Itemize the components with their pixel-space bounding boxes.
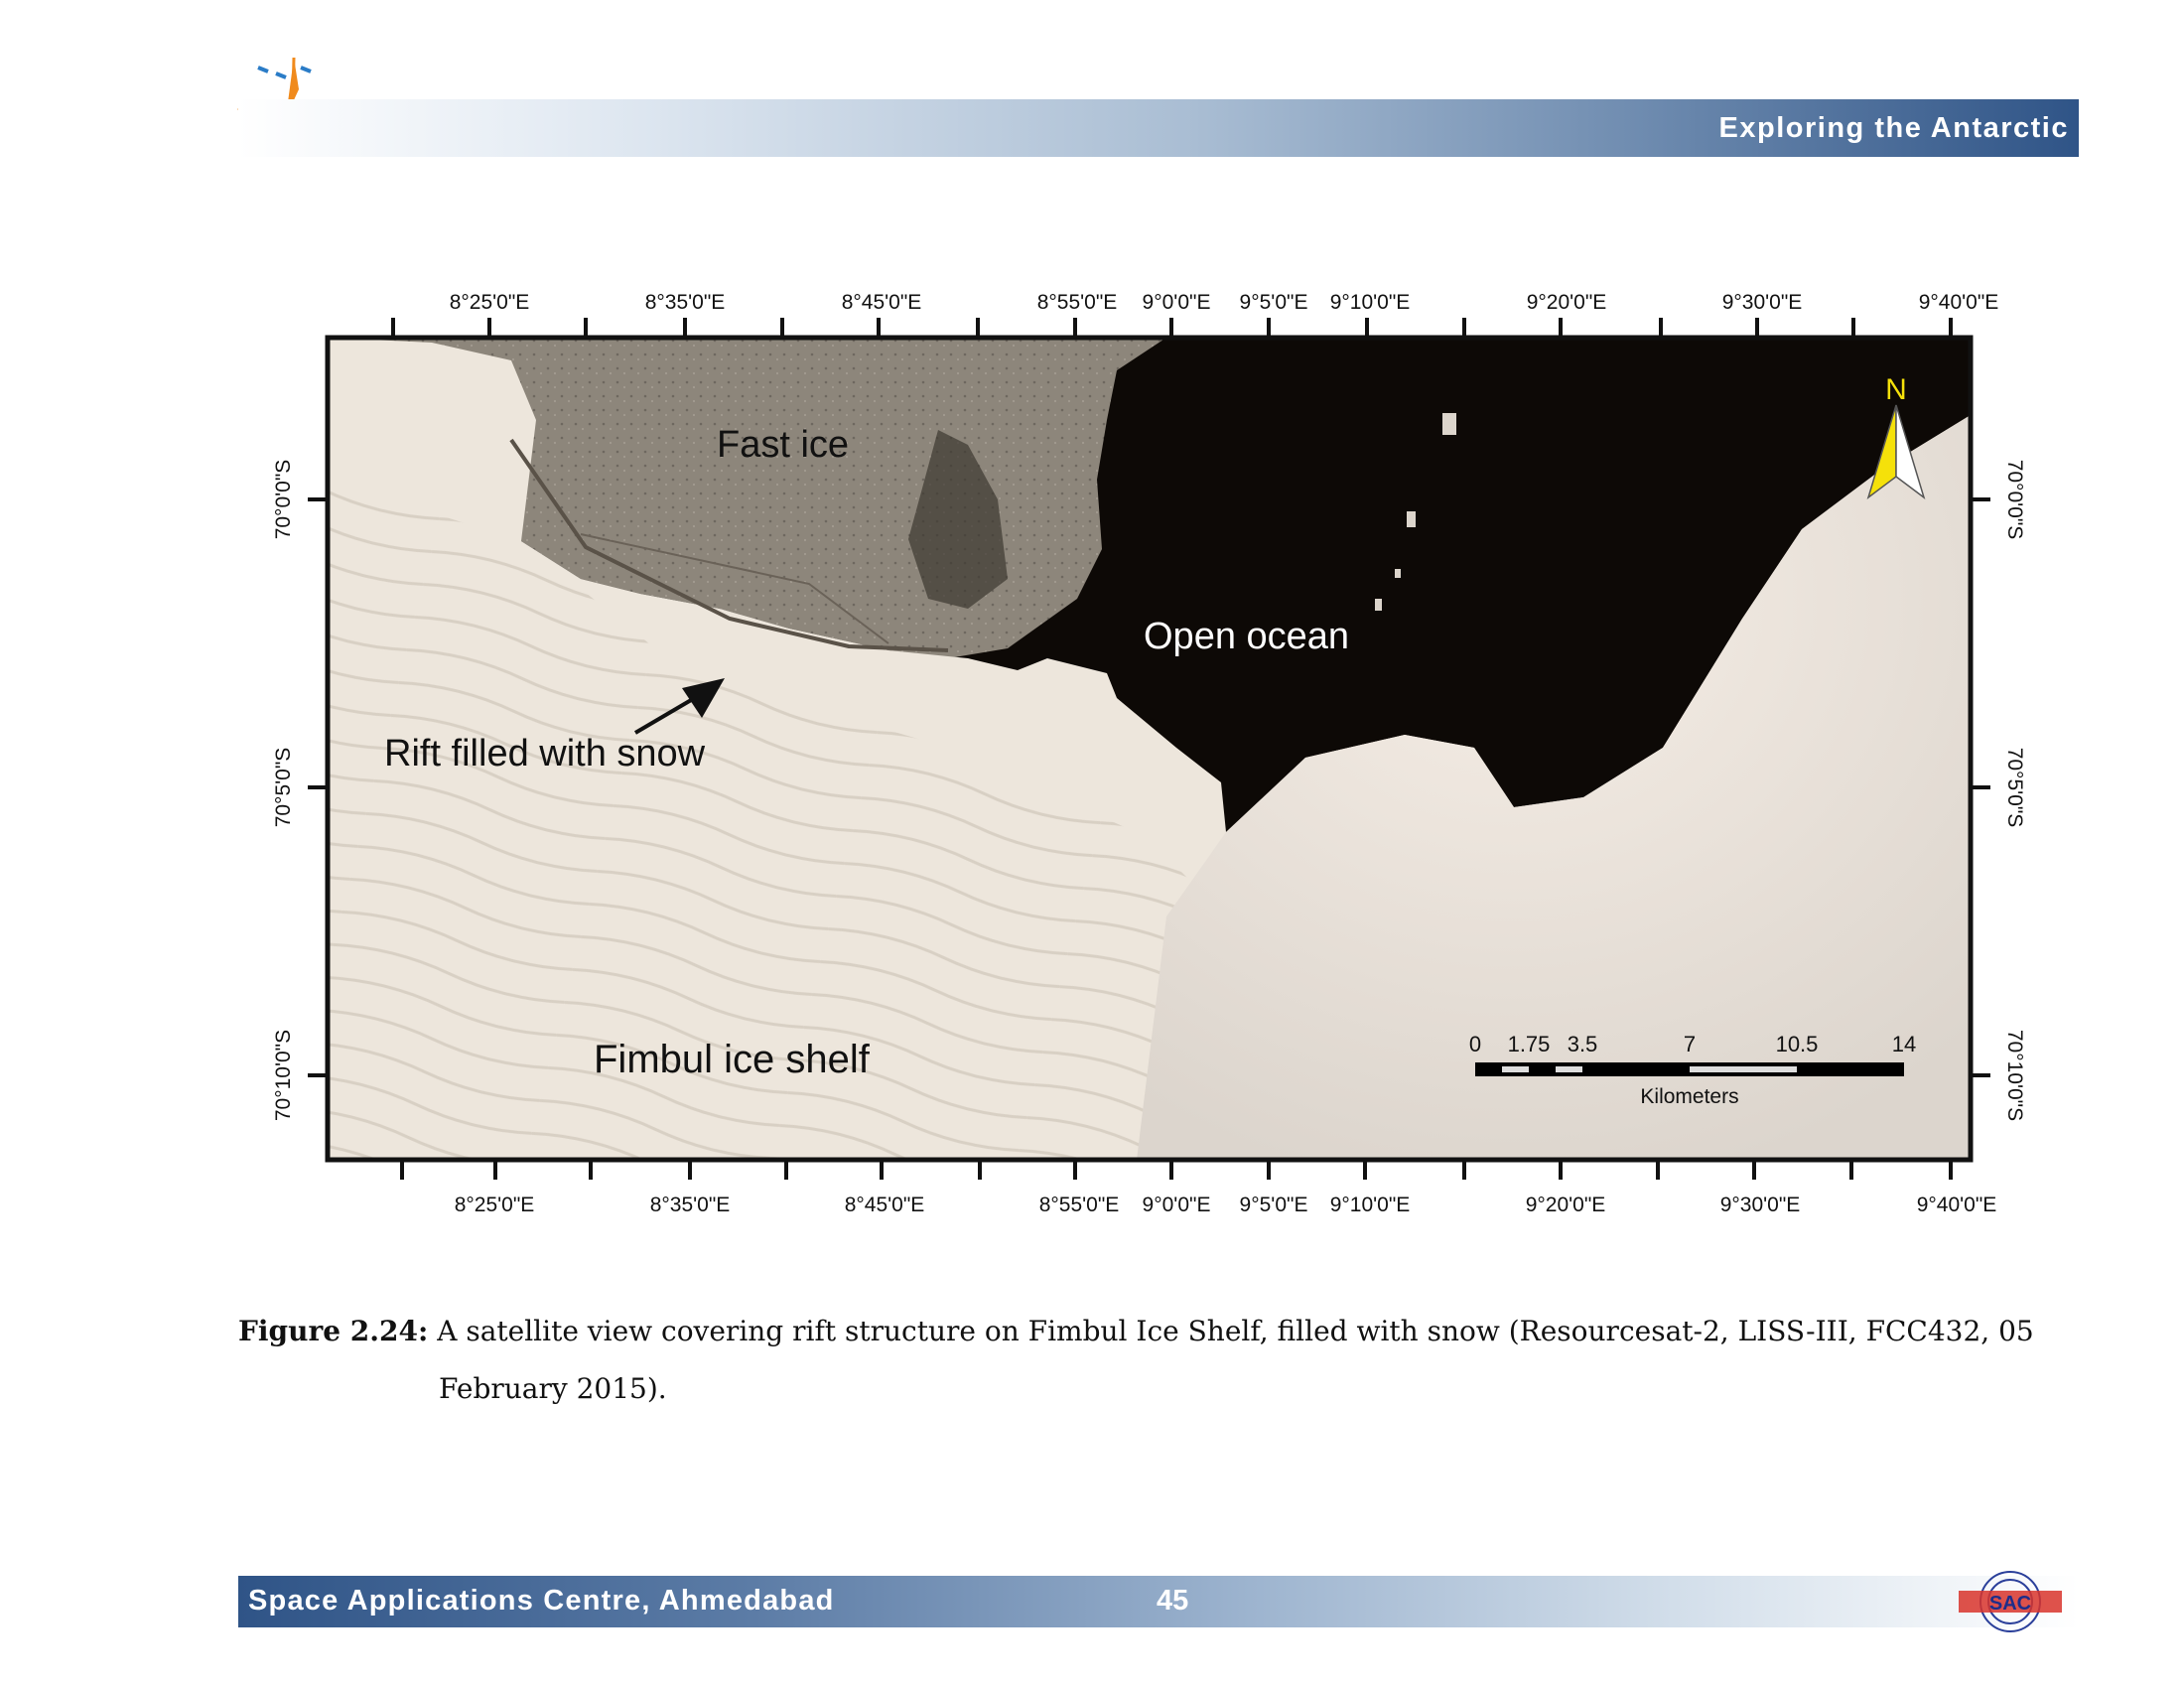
lon-label: 9°30'0"E (1720, 1194, 1801, 1216)
caption-text-1: A satellite view covering rift structure… (437, 1315, 2034, 1347)
rift-label: Rift filled with snow (384, 733, 706, 774)
lon-label: 9°0'0"E (1143, 1194, 1211, 1216)
open-ocean-label: Open ocean (1144, 616, 1349, 657)
lon-label: 9°40'0"E (1917, 1194, 1997, 1216)
lon-label: 8°25'0"E (455, 1194, 535, 1216)
lon-label: 9°5'0"E (1240, 1194, 1308, 1216)
lon-label: 8°55'0"E (1039, 1194, 1120, 1216)
lat-label: 70°5'0"S (2003, 748, 2026, 828)
figure-caption: Figure 2.24: A satellite view covering r… (238, 1303, 2070, 1418)
lon-label: 9°40'0"E (1919, 291, 1999, 314)
top-longitude-labels: 8°25'0"E 8°35'0"E 8°45'0"E 8°55'0"E 9°0'… (450, 291, 1999, 314)
lon-label: 8°35'0"E (650, 1194, 731, 1216)
lon-label: 9°5'0"E (1240, 291, 1308, 314)
scale-tick-label: 10.5 (1776, 1032, 1819, 1056)
scale-tick-label: 0 (1469, 1032, 1481, 1056)
svg-text:SAC: SAC (1989, 1593, 2031, 1615)
bottom-longitude-labels: 8°25'0"E 8°35'0"E 8°45'0"E 8°55'0"E 9°0'… (455, 1194, 1997, 1216)
satellite-map: 8°25'0"E 8°35'0"E 8°45'0"E 8°55'0"E 9°0'… (272, 291, 2026, 1216)
page-header-title: Exploring the Antarctic (1718, 112, 2069, 144)
lat-label: 70°0'0"S (272, 460, 295, 540)
caption-text-2: February 2015). (439, 1372, 667, 1405)
footer-organization: Space Applications Centre, Ahmedabad (248, 1585, 835, 1617)
lon-label: 9°10'0"E (1330, 1194, 1411, 1216)
north-label: N (1885, 373, 1907, 406)
scale-tick-label: 1.75 (1508, 1032, 1551, 1056)
figure-label: Figure 2.24: (238, 1315, 429, 1347)
lon-label: 8°45'0"E (845, 1194, 925, 1216)
left-latitude-labels: 70°0'0"S 70°5'0"S 70°10'0"S (272, 460, 295, 1121)
lon-label: 8°55'0"E (1037, 291, 1118, 314)
lon-label: 9°10'0"E (1330, 291, 1411, 314)
lat-label: 70°5'0"S (272, 748, 295, 828)
lon-label: 8°45'0"E (842, 291, 922, 314)
lon-label: 9°0'0"E (1143, 291, 1211, 314)
lon-label: 8°35'0"E (645, 291, 726, 314)
scale-tick-label: 14 (1892, 1032, 1916, 1056)
lat-label: 70°10'0"S (2003, 1030, 2026, 1121)
lat-label: 70°10'0"S (272, 1030, 295, 1121)
lat-label: 70°0'0"S (2003, 460, 2026, 540)
lon-label: 8°25'0"E (450, 291, 530, 314)
scale-unit-label: Kilometers (1640, 1085, 1738, 1108)
footer-band: Space Applications Centre, Ahmedabad 45 (238, 1576, 2079, 1627)
right-latitude-labels: 70°0'0"S 70°5'0"S 70°10'0"S (2003, 460, 2026, 1121)
page-number: 45 (1157, 1585, 1189, 1617)
caption-line-1: Figure 2.24: A satellite view covering r… (238, 1303, 2070, 1360)
header-band: Exploring the Antarctic (238, 99, 2079, 157)
scale-tick-label: 7 (1684, 1032, 1696, 1056)
sac-logo: SAC (1959, 1571, 2062, 1632)
fast-ice-label: Fast ice (717, 424, 849, 466)
lon-label: 9°20'0"E (1526, 1194, 1606, 1216)
lon-label: 9°20'0"E (1527, 291, 1607, 314)
scale-tick-label: 3.5 (1568, 1032, 1598, 1056)
ice-shelf-label: Fimbul ice shelf (594, 1038, 871, 1081)
lon-label: 9°30'0"E (1722, 291, 1803, 314)
